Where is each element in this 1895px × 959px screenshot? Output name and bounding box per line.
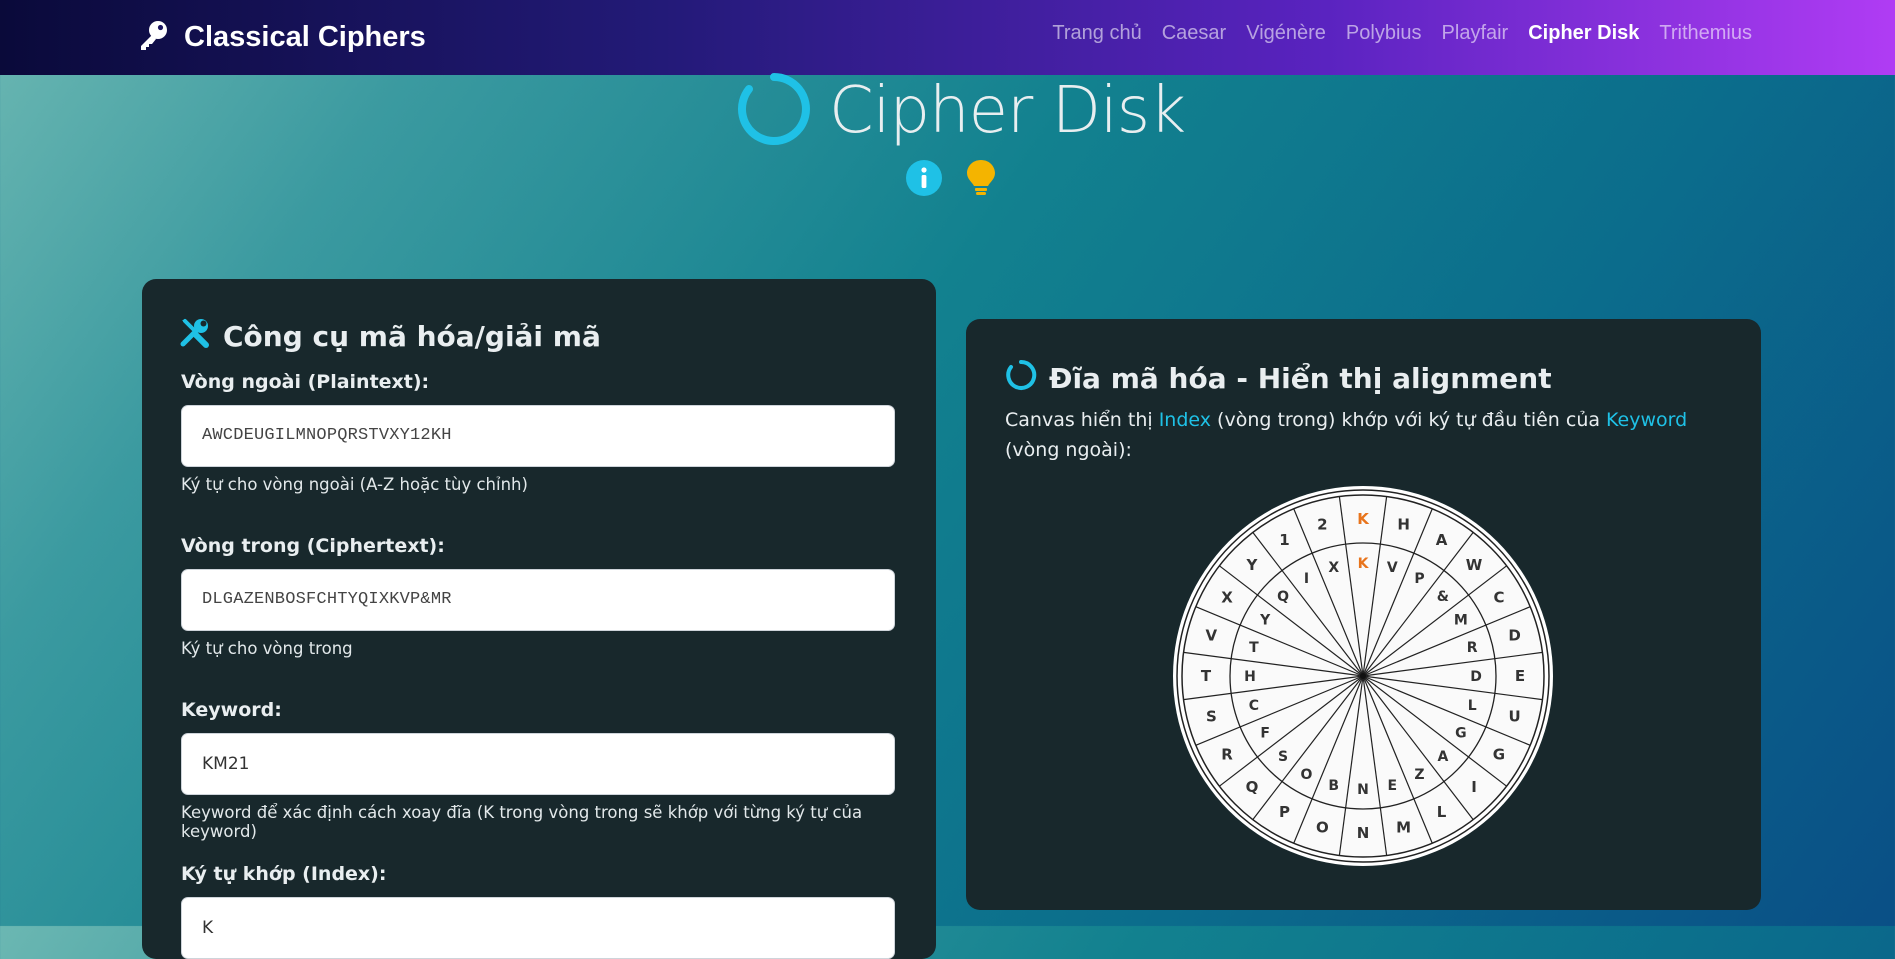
ring-icon (1005, 359, 1037, 398)
outer-ring-letter: O (1316, 819, 1329, 837)
nav-link-trithemius[interactable]: Trithemius (1659, 22, 1752, 45)
brand[interactable]: Classical Ciphers (138, 14, 426, 60)
nav-link-home[interactable]: Trang chủ (1052, 22, 1141, 45)
disk-card-title: Đĩa mã hóa - Hiển thị alignment (1005, 359, 1552, 398)
outer-ring-letter: L (1437, 803, 1447, 821)
lightbulb-icon[interactable] (965, 158, 997, 202)
outer-ring-letter: 1 (1279, 531, 1289, 549)
outer-ring-letter: R (1221, 746, 1233, 764)
inner-ring-letter: B (1328, 778, 1339, 794)
inner-ring-input[interactable]: DLGAZENBOSFCHTYQIXKVP&MR (181, 569, 895, 631)
outer-ring-letter: Y (1246, 556, 1259, 574)
outer-ring-letter: S (1206, 708, 1217, 726)
disk-card-title-text: Đĩa mã hóa - Hiển thị alignment (1049, 362, 1552, 395)
outer-ring-letter: E (1515, 667, 1525, 685)
inner-ring-label: Vòng trong (Ciphertext): (181, 535, 445, 557)
cipher-disk-card: Đĩa mã hóa - Hiển thị alignment Canvas h… (966, 319, 1761, 910)
desc-text: (vòng ngoài): (1005, 439, 1132, 461)
inner-ring-letter: H (1244, 669, 1256, 685)
outer-ring-help: Ký tự cho vòng ngoài (A-Z hoặc tùy chỉnh… (181, 475, 528, 494)
desc-keyword-term: Keyword (1606, 409, 1688, 431)
hero-icons (905, 158, 997, 202)
outer-ring-letter: D (1508, 626, 1520, 644)
inner-ring-letter: X (1328, 560, 1339, 576)
main-nav: Trang chủ Caesar Vigénère Polybius Playf… (1052, 22, 1752, 45)
key-icon (138, 19, 170, 55)
ring-icon (737, 72, 811, 150)
inner-ring-letter: Z (1414, 767, 1424, 783)
nav-link-cipher-disk[interactable]: Cipher Disk (1528, 22, 1639, 45)
inner-ring-letter: D (1470, 669, 1482, 685)
desc-index-term: Index (1158, 409, 1211, 431)
outer-ring-letter: 2 (1317, 515, 1327, 533)
inner-ring-letter: L (1468, 698, 1477, 714)
tools-icon (179, 317, 211, 356)
inner-ring-letter: V (1387, 560, 1398, 576)
nav-link-vigenere[interactable]: Vigénère (1246, 22, 1326, 45)
outer-ring-letter: H (1397, 515, 1410, 533)
inner-ring-letter: P (1414, 571, 1424, 587)
tool-card-title: Công cụ mã hóa/giải mã (179, 317, 601, 356)
desc-text: Canvas hiển thị (1005, 409, 1159, 431)
inner-ring-letter: C (1249, 698, 1259, 714)
tool-card-title-text: Công cụ mã hóa/giải mã (223, 320, 601, 353)
outer-ring-letter: T (1201, 667, 1212, 685)
inner-ring-letter: O (1301, 767, 1313, 783)
outer-ring-letter: V (1206, 626, 1218, 644)
inner-ring-letter: K (1358, 556, 1370, 572)
keyword-input[interactable]: KM21 (181, 733, 895, 795)
nav-link-playfair[interactable]: Playfair (1442, 22, 1509, 45)
outer-ring-letter: K (1357, 510, 1370, 528)
disk-description: Canvas hiển thị Index (vòng trong) khớp … (1005, 405, 1725, 465)
outer-ring-letter: P (1279, 803, 1290, 821)
keyword-label: Keyword: (181, 699, 282, 721)
inner-ring-letter: & (1437, 589, 1449, 605)
outer-ring-label: Vòng ngoài (Plaintext): (181, 371, 430, 393)
index-label: Ký tự khớp (Index): (181, 863, 387, 885)
info-icon[interactable] (905, 159, 943, 201)
outer-ring-letter: X (1221, 589, 1233, 607)
outer-ring-letter: N (1357, 824, 1370, 842)
page-title-text: Cipher Disk (829, 74, 1186, 148)
outer-ring-letter: I (1471, 778, 1477, 796)
cipher-tool-card: Công cụ mã hóa/giải mã Vòng ngoài (Plain… (142, 279, 936, 959)
outer-ring-letter: C (1493, 589, 1504, 607)
inner-ring-letter: A (1437, 749, 1448, 765)
nav-link-caesar[interactable]: Caesar (1162, 22, 1226, 45)
desc-text: (vòng trong) khớp với ký tự đầu tiên của (1211, 409, 1607, 431)
inner-ring-letter: E (1387, 778, 1397, 794)
outer-ring-letter: M (1396, 819, 1411, 837)
inner-ring-letter: Q (1277, 589, 1289, 605)
inner-ring-letter: I (1304, 571, 1309, 587)
outer-ring-letter: U (1509, 708, 1521, 726)
index-input[interactable]: K (181, 897, 895, 959)
disk-center (1360, 673, 1366, 679)
outer-ring-letter: W (1466, 556, 1483, 574)
page-title: Cipher Disk (737, 72, 1186, 150)
keyword-help: Keyword để xác định cách xoay đĩa (K tro… (181, 803, 863, 841)
outer-ring-letter: A (1436, 531, 1448, 549)
outer-ring-letter: Q (1246, 778, 1259, 796)
brand-name: Classical Ciphers (184, 20, 426, 53)
inner-ring-letter: M (1454, 613, 1468, 629)
outer-ring-input[interactable]: AWCDEUGILMNOPQRSTVXY12KH (181, 405, 895, 467)
inner-ring-letter: G (1455, 726, 1467, 742)
inner-ring-letter: Y (1259, 613, 1271, 629)
inner-ring-letter: N (1357, 782, 1369, 798)
inner-ring-letter: F (1260, 726, 1270, 742)
navbar: Classical Ciphers Trang chủ Caesar Vigén… (0, 0, 1895, 75)
outer-ring-letter: G (1493, 746, 1505, 764)
inner-ring-help: Ký tự cho vòng trong (181, 639, 353, 658)
inner-ring-letter: S (1278, 749, 1288, 765)
cipher-disk-canvas: KKHVAPW& CMDREDULGGIALZMENNOBPOQSRFSCT HVT… (1173, 486, 1553, 866)
inner-ring-letter: T (1249, 640, 1259, 656)
inner-ring-letter: R (1467, 640, 1478, 656)
nav-link-polybius[interactable]: Polybius (1346, 22, 1422, 45)
